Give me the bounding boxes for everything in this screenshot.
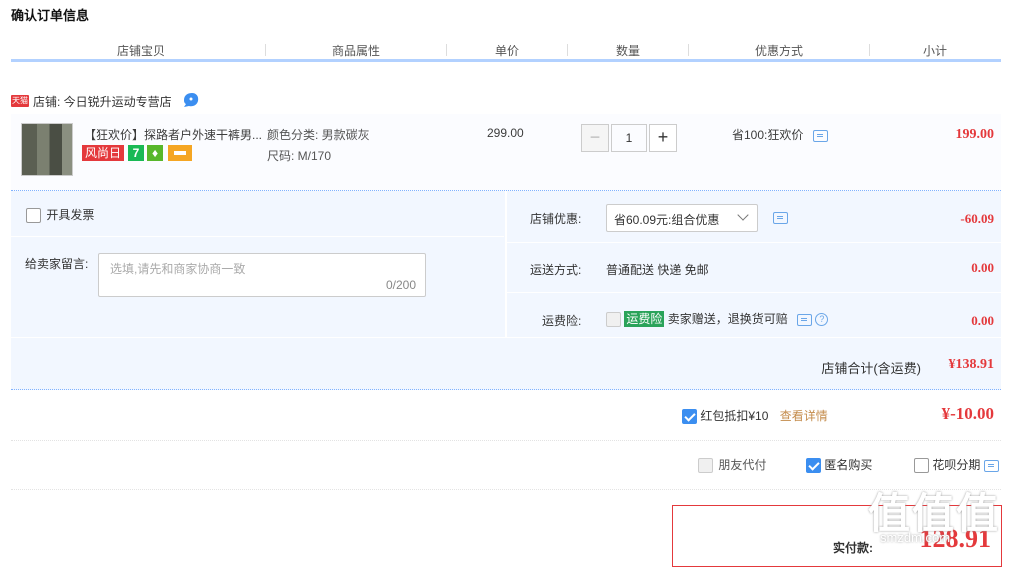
huabei-info-icon[interactable] — [983, 459, 999, 472]
huabei-label: 花呗分期 — [932, 458, 981, 472]
memo-label: 给卖家留言: — [25, 257, 89, 271]
invoice-option[interactable]: 开具发票 — [26, 206, 95, 224]
shop-discount-select[interactable]: 省60.09元:组合优惠 — [606, 204, 758, 232]
fashion-day-tag: 风尚日 — [82, 145, 124, 161]
invoice-checkbox[interactable] — [26, 208, 41, 224]
seven-day-return-icon: 7 — [128, 145, 144, 161]
qty-plus-button[interactable]: + — [649, 124, 677, 152]
payment-label: 实付款: — [833, 541, 873, 555]
discount-info-icon[interactable] — [812, 129, 828, 142]
order-item-row: 【狂欢价】探路者户外速干裤男... 风尚日 7 ♦ 颜色分类: 男款碳灰 尺码:… — [11, 114, 1001, 191]
shop-total-label: 店铺合计(含运费) — [821, 361, 921, 376]
attr-color: 颜色分类: 男款碳灰 — [267, 128, 370, 142]
wangwang-chat-icon[interactable] — [182, 92, 200, 108]
shop-discount-label: 店铺优惠: — [530, 212, 582, 226]
column-discount: 优惠方式 — [754, 44, 803, 58]
qty-input[interactable]: 1 — [611, 124, 647, 152]
column-attributes: 商品属性 — [331, 44, 380, 58]
insurance-desc: 卖家赠送，退换货可赔 — [667, 312, 788, 326]
pay-options-row: 朋友代付 匿名购买 花呗分期 — [11, 441, 1001, 490]
column-header: 店铺宝贝 商品属性 单价 数量 优惠方式 小计 — [11, 41, 1001, 62]
shop-discount-info-icon[interactable] — [773, 212, 788, 224]
friend-pay-checkbox — [698, 458, 713, 474]
page-title: 确认订单信息 — [11, 8, 90, 23]
order-options-panel: 开具发票 给卖家留言: 选填,请先和商家协商一致 0/200 店铺优惠: 省60… — [11, 191, 1001, 337]
watermark-site: smzdm.com — [880, 530, 951, 545]
friend-pay-label: 朋友代付 — [718, 458, 767, 472]
shop-discount-selected: 省60.09元:组合优惠 — [614, 213, 720, 227]
shipping-fee: 0.00 — [971, 260, 994, 275]
redpacket-row: 红包抵扣¥10 查看详情 ¥-10.00 — [11, 390, 1001, 441]
qty-minus-button[interactable]: − — [581, 124, 609, 152]
column-price: 单价 — [494, 44, 519, 58]
insurance-option: 运费险 卖家赠送，退换货可赔 ? — [606, 310, 829, 328]
redpacket-label: 红包抵扣¥10 — [700, 409, 769, 423]
insurance-label: 运费险: — [542, 314, 582, 328]
shipping-label: 运送方式: — [530, 263, 582, 277]
column-quantity: 数量 — [615, 44, 640, 58]
invoice-label: 开具发票 — [46, 208, 95, 222]
attr-size: 尺码: M/170 — [267, 149, 332, 163]
column-subtotal: 小计 — [922, 44, 947, 58]
column-shop-items: 店铺宝贝 — [116, 44, 165, 58]
huabei-checkbox[interactable] — [914, 458, 929, 474]
redpacket-checkbox[interactable] — [682, 409, 697, 425]
item-subtotal: 199.00 — [955, 127, 995, 142]
shop-total-value: ¥138.91 — [948, 357, 995, 372]
memo-char-count: 0/200 — [385, 278, 416, 292]
insurance-chat-icon[interactable] — [797, 313, 813, 326]
redpacket-option[interactable]: 红包抵扣¥10 查看详情 — [682, 407, 828, 425]
unit-price: 299.00 — [487, 126, 524, 140]
anonymous-label: 匿名购买 — [824, 458, 873, 472]
credit-card-icon — [168, 145, 192, 161]
anonymous-option[interactable]: 匿名购买 — [806, 456, 873, 474]
friend-pay-option: 朋友代付 — [698, 456, 767, 474]
product-thumbnail[interactable] — [21, 123, 73, 176]
redpacket-value: ¥-10.00 — [941, 404, 994, 423]
insurance-checkbox — [606, 312, 621, 328]
shop-total-row: 店铺合计(含运费) ¥138.91 — [11, 338, 1001, 390]
memo-placeholder: 选填,请先和商家协商一致 — [110, 262, 246, 276]
anonymous-checkbox[interactable] — [806, 458, 821, 474]
help-icon[interactable]: ? — [815, 313, 829, 327]
item-discount: 省100:狂欢价 — [732, 126, 828, 143]
insurance-tag: 运费险 — [624, 311, 665, 327]
shop-name-link[interactable]: 店铺: 今日锐升运动专营店 — [33, 93, 172, 110]
guarantee-icon: ♦ — [147, 145, 163, 161]
tmall-badge-icon: 天猫 — [11, 95, 29, 107]
shop-discount-value: -60.09 — [960, 211, 994, 226]
memo-textarea[interactable]: 选填,请先和商家协商一致 0/200 — [98, 253, 426, 297]
redpacket-details-link[interactable]: 查看详情 — [780, 409, 828, 423]
chevron-down-icon — [737, 209, 749, 221]
item-discount-text: 省100:狂欢价 — [732, 128, 804, 142]
product-name-link[interactable]: 【狂欢价】探路者户外速干裤男... — [84, 126, 264, 143]
huabei-option[interactable]: 花呗分期 — [914, 456, 999, 474]
shipping-method: 普通配送 快递 免邮 — [606, 263, 709, 277]
insurance-fee: 0.00 — [971, 313, 994, 328]
